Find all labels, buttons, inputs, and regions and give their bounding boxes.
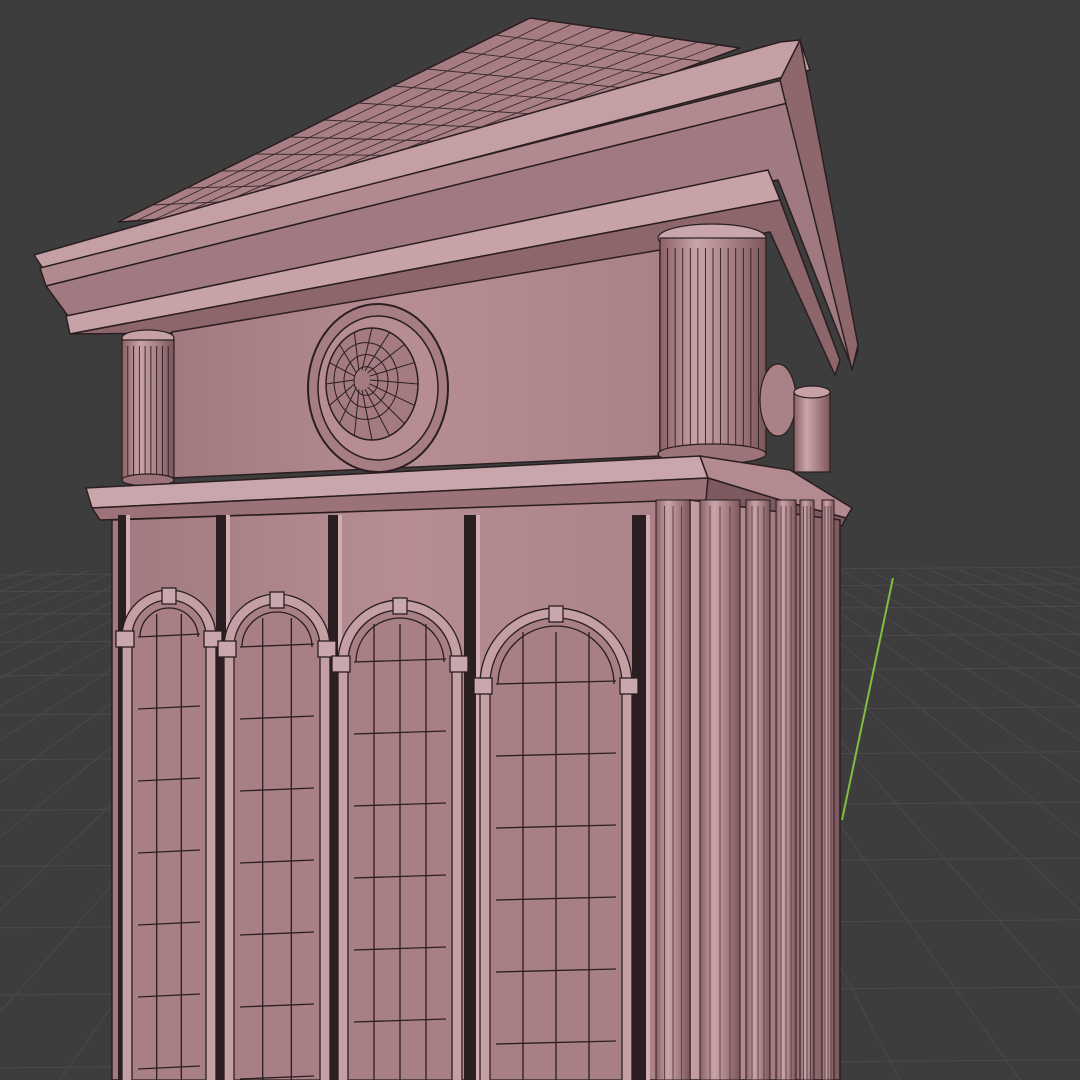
y-axis-line: [841, 577, 894, 821]
facade: [111, 499, 841, 1080]
3d-viewport[interactable]: [0, 0, 1080, 1080]
arched-window: [473, 605, 639, 1080]
attic-column-back: [759, 363, 831, 473]
attic-column-left: [121, 329, 175, 487]
viewport-canvas: [0, 17, 1080, 1080]
round-medallion: [307, 303, 449, 473]
arched-window: [217, 591, 337, 1080]
arched-window: [331, 597, 469, 1080]
arched-windows: [115, 587, 639, 1080]
attic-column-right: [657, 223, 767, 465]
arched-window: [115, 587, 223, 1080]
